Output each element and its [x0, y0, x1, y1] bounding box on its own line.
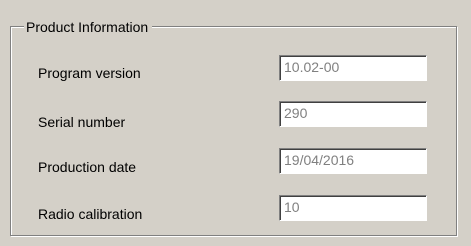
production-date-label: Production date	[38, 159, 137, 175]
radio-calibration-label: Radio calibration	[38, 206, 143, 222]
group-title: Product Information	[24, 18, 153, 36]
production-date-field[interactable]: 19/04/2016	[279, 148, 427, 174]
serial-number-field[interactable]: 290	[279, 101, 427, 127]
radio-calibration-field[interactable]: 10	[279, 195, 427, 221]
serial-number-label: Serial number	[38, 114, 126, 130]
program-version-field[interactable]: 10.02-00	[279, 55, 427, 81]
program-version-label: Program version	[38, 65, 141, 81]
